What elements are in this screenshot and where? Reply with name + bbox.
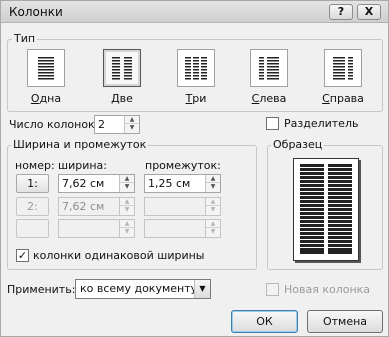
two-columns-icon — [112, 57, 132, 80]
spin-up-icon[interactable]: ▲ — [206, 175, 220, 183]
spin-up-icon[interactable]: ▲ — [120, 198, 134, 206]
spin-up-icon[interactable]: ▲ — [206, 198, 220, 206]
columns-count-spin[interactable]: ▲ ▼ — [124, 116, 139, 133]
spin-down-icon[interactable]: ▼ — [120, 183, 134, 191]
new-column-checkbox[interactable] — [266, 283, 279, 296]
header-spacing: промежуток: — [145, 159, 221, 172]
spin-up-icon[interactable]: ▲ — [206, 220, 220, 228]
two-columns-preview-icon — [300, 164, 352, 254]
spin-down-icon[interactable]: ▼ — [120, 206, 134, 214]
preset-left-rest: лева — [259, 92, 287, 105]
title-bar[interactable]: Колонки ? X — [1, 1, 388, 23]
three-columns-icon — [185, 57, 207, 80]
columns-count-label: Число колонок: — [9, 118, 99, 131]
ok-button[interactable]: ОК — [231, 310, 298, 333]
row3-width-spin[interactable]: ▲ ▼ — [119, 220, 134, 237]
spin-down-icon[interactable]: ▼ — [125, 124, 139, 132]
spin-down-icon[interactable]: ▼ — [206, 206, 220, 214]
row1-width-spin[interactable]: ▲ ▼ — [119, 175, 134, 192]
preset-left-button[interactable] — [250, 49, 288, 87]
preset-one-label: Одна — [16, 92, 76, 105]
spin-down-icon[interactable]: ▼ — [206, 183, 220, 191]
row2-width-spin[interactable]: ▲ ▼ — [119, 198, 134, 215]
row3-number-button[interactable] — [16, 219, 49, 238]
row2-spacing-spin[interactable]: ▲ ▼ — [205, 198, 220, 215]
preview-page — [293, 158, 359, 261]
row1-width-value: 7,62 см — [62, 177, 105, 190]
close-button[interactable]: X — [357, 4, 381, 20]
preset-two-hotkey: Д — [111, 92, 120, 105]
apply-select[interactable]: ко всему документу ▼ — [75, 279, 211, 299]
one-column-icon — [38, 57, 54, 80]
preset-right-button[interactable] — [324, 49, 362, 87]
preset-three-rest: ри — [192, 92, 207, 105]
row1-spacing-value: 1,25 см — [148, 177, 191, 190]
help-button[interactable]: ? — [329, 4, 353, 20]
spin-up-icon[interactable]: ▲ — [120, 175, 134, 183]
new-column-label: Новая колонка — [284, 283, 371, 296]
right-narrow-column-icon — [333, 57, 353, 80]
row2-width-value: 7,62 см — [62, 200, 105, 213]
cancel-button[interactable]: Отмена — [307, 310, 383, 333]
preset-one-hotkey: О — [30, 92, 40, 105]
checkmark-icon: ✓ — [17, 249, 28, 262]
preview-group-label: Образец — [271, 138, 325, 151]
preset-two-label: Две — [92, 92, 152, 105]
preset-right-label: Справа — [313, 92, 373, 105]
header-width: ширина: — [58, 159, 107, 172]
left-narrow-column-icon — [259, 57, 279, 80]
row2-number-button[interactable]: 2: — [16, 197, 49, 216]
preset-two-rest: ве — [119, 92, 133, 105]
columns-dialog: Колонки ? X Тип Одна Две Три Слева Справ… — [0, 0, 389, 337]
spin-down-icon[interactable]: ▼ — [206, 228, 220, 236]
preset-one-rest: дна — [39, 92, 62, 105]
row3-width-field[interactable]: ▲ ▼ — [58, 219, 135, 238]
row3-spacing-field[interactable]: ▲ ▼ — [144, 219, 221, 238]
apply-label: Применить: — [7, 283, 76, 296]
separator-checkbox[interactable] — [266, 117, 279, 130]
spin-up-icon[interactable]: ▲ — [120, 220, 134, 228]
row3-spacing-spin[interactable]: ▲ ▼ — [205, 220, 220, 237]
row2-spacing-field[interactable]: ▲ ▼ — [144, 197, 221, 216]
preset-three-label: Три — [166, 92, 226, 105]
row1-width-field[interactable]: 7,62 см ▲ ▼ — [58, 174, 135, 193]
separator-label: Разделитель — [284, 117, 359, 130]
presets-group-label: Тип — [12, 32, 38, 45]
preset-left-label: Слева — [239, 92, 299, 105]
chevron-down-icon[interactable]: ▼ — [194, 280, 210, 298]
preset-one-button[interactable] — [27, 49, 65, 87]
dialog-title: Колонки — [9, 5, 63, 19]
row1-spacing-spin[interactable]: ▲ ▼ — [205, 175, 220, 192]
apply-select-value: ко всему документу — [80, 282, 198, 295]
preset-right-rest: права — [329, 92, 364, 105]
preset-three-button[interactable] — [177, 49, 215, 87]
header-number: номер: — [15, 159, 55, 172]
columns-count-spinner[interactable]: 2 ▲ ▼ — [94, 115, 140, 134]
row1-spacing-field[interactable]: 1,25 см ▲ ▼ — [144, 174, 221, 193]
row1-number-button[interactable]: 1: — [16, 174, 49, 193]
preset-right-hotkey: С — [322, 92, 330, 105]
spin-down-icon[interactable]: ▼ — [120, 228, 134, 236]
preset-two-button[interactable] — [103, 49, 141, 87]
equal-width-checkbox[interactable]: ✓ — [16, 249, 29, 262]
row2-width-field[interactable]: 7,62 см ▲ ▼ — [58, 197, 135, 216]
spin-up-icon[interactable]: ▲ — [125, 116, 139, 124]
columns-count-value: 2 — [98, 118, 105, 131]
equal-width-label: колонки одинаковой ширины — [33, 249, 205, 262]
width-spacing-group-label: Ширина и промежуток — [11, 138, 149, 151]
